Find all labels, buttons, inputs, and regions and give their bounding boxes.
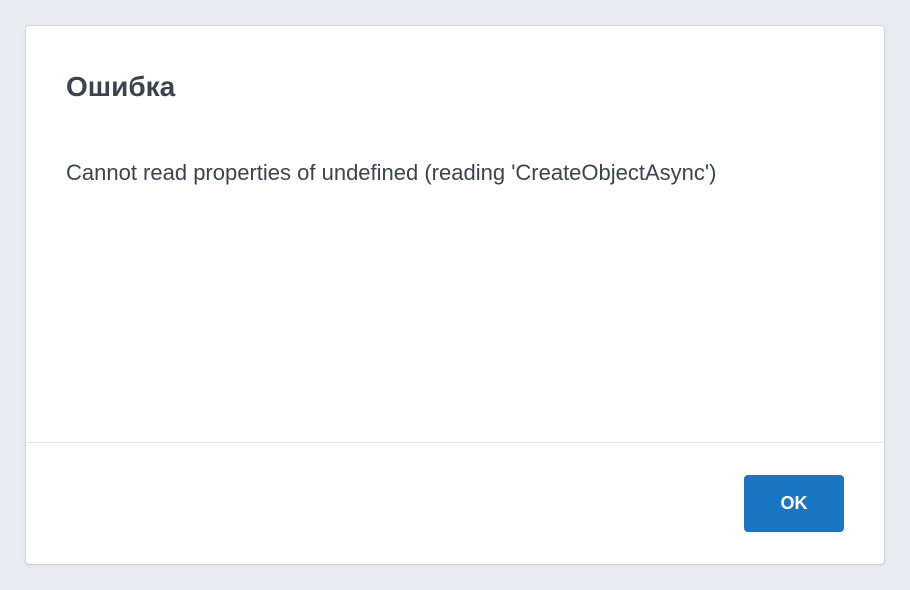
error-dialog: Ошибка Cannot read properties of undefin… — [25, 25, 885, 565]
dialog-footer: OK — [26, 442, 884, 564]
dialog-title: Ошибка — [66, 71, 844, 103]
dialog-body: Ошибка Cannot read properties of undefin… — [26, 26, 884, 442]
ok-button[interactable]: OK — [744, 475, 844, 532]
dialog-message: Cannot read properties of undefined (rea… — [66, 158, 844, 189]
